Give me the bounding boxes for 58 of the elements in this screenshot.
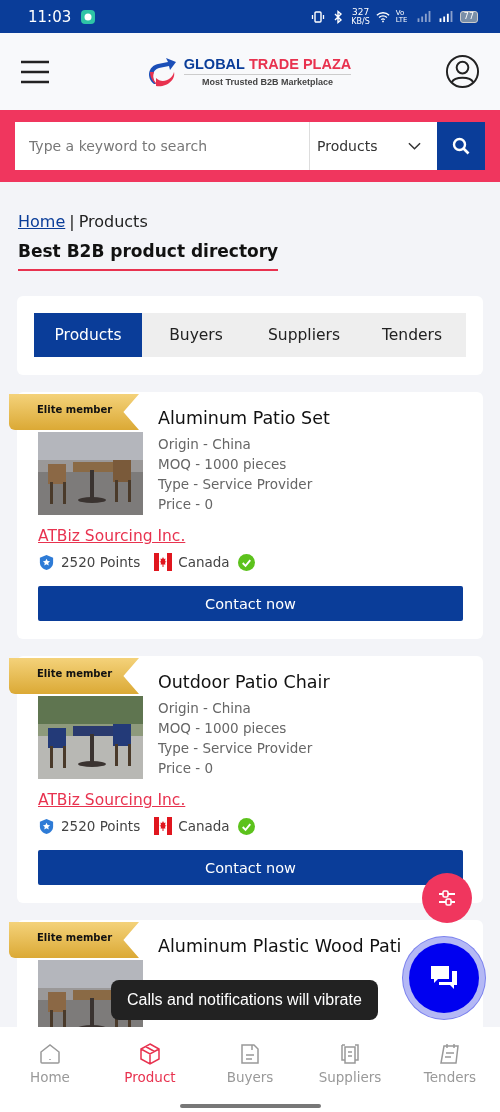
product-title[interactable]: Aluminum Plastic Wood Pati [158, 936, 402, 956]
brand-name: TRADE PLAZA [248, 56, 352, 72]
breadcrumb-current: Products [78, 212, 148, 231]
product-detail: MOQ - 1000 pieces [158, 455, 288, 474]
speed-unit: KB/S [351, 16, 370, 26]
points-count: 2520 Points [61, 554, 141, 570]
points-count: 2520 Points [61, 818, 141, 834]
product-detail: Origin - China [158, 699, 252, 718]
battery-level: 77 [459, 10, 478, 23]
search-icon [452, 137, 470, 155]
vibrate-icon [311, 9, 326, 24]
wifi-icon [375, 9, 390, 24]
shield-star-icon [38, 553, 55, 571]
brand-tagline: Most Trusted B2B Marketplace [200, 77, 334, 87]
flag-icon [154, 817, 173, 835]
toast-message: Calls and notifications will vibrate [111, 980, 378, 1020]
product-detail: Price - 0 [158, 759, 214, 778]
product-detail: MOQ - 1000 pieces [158, 719, 288, 738]
brand-name: GLOBAL [183, 56, 245, 72]
seller-link[interactable]: ATBiz Sourcing Inc. [38, 791, 186, 809]
product-detail: Type - Service Provider [158, 739, 314, 758]
chevron-down-icon [408, 142, 421, 150]
member-badge-text: Elite member [37, 668, 113, 679]
signal-icon [437, 11, 454, 22]
contact-button[interactable]: Contact now [38, 586, 463, 621]
member-badge-text: Elite member [37, 404, 113, 415]
breadcrumb-separator: | [69, 212, 75, 231]
contact-button[interactable]: Contact now [38, 850, 463, 885]
cube-icon [138, 1042, 162, 1066]
home-link[interactable]: Home [18, 212, 66, 231]
document-icon [238, 1042, 262, 1066]
country-name: Canada [178, 818, 230, 834]
signal-icon [415, 11, 432, 22]
chat-app-icon [81, 9, 96, 24]
seller-link[interactable]: ATBiz Sourcing Inc. [38, 527, 186, 545]
network-speed: 327 [351, 7, 370, 17]
calendar-icon [438, 1042, 462, 1066]
page-title: Best B2B product directory [18, 241, 279, 271]
product-title[interactable]: Aluminum Patio Set [158, 408, 330, 428]
shield-star-icon [38, 817, 55, 835]
category-dropdown[interactable]: Products [309, 122, 437, 170]
documents-icon [338, 1042, 362, 1066]
product-title[interactable]: Outdoor Patio Chair [158, 672, 330, 692]
search-field[interactable]: Type a keyword to search [15, 122, 309, 170]
user-profile-icon[interactable] [445, 54, 480, 89]
house-icon [38, 1042, 62, 1066]
product-detail: Price - 0 [158, 495, 214, 514]
product-detail: Origin - China [158, 435, 252, 454]
menu-icon[interactable] [20, 59, 50, 84]
search-button[interactable] [437, 122, 485, 170]
flag-icon [154, 553, 173, 571]
member-badge-text: Elite member [37, 932, 113, 943]
clock-time: 11:03 [28, 7, 72, 26]
country-name: Canada [178, 554, 230, 570]
nav-tab[interactable]: Product [100, 1041, 200, 1086]
category-tab[interactable]: Products [34, 313, 142, 357]
product-detail: Type - Service Provider [158, 475, 314, 494]
filter-icon [436, 887, 458, 909]
